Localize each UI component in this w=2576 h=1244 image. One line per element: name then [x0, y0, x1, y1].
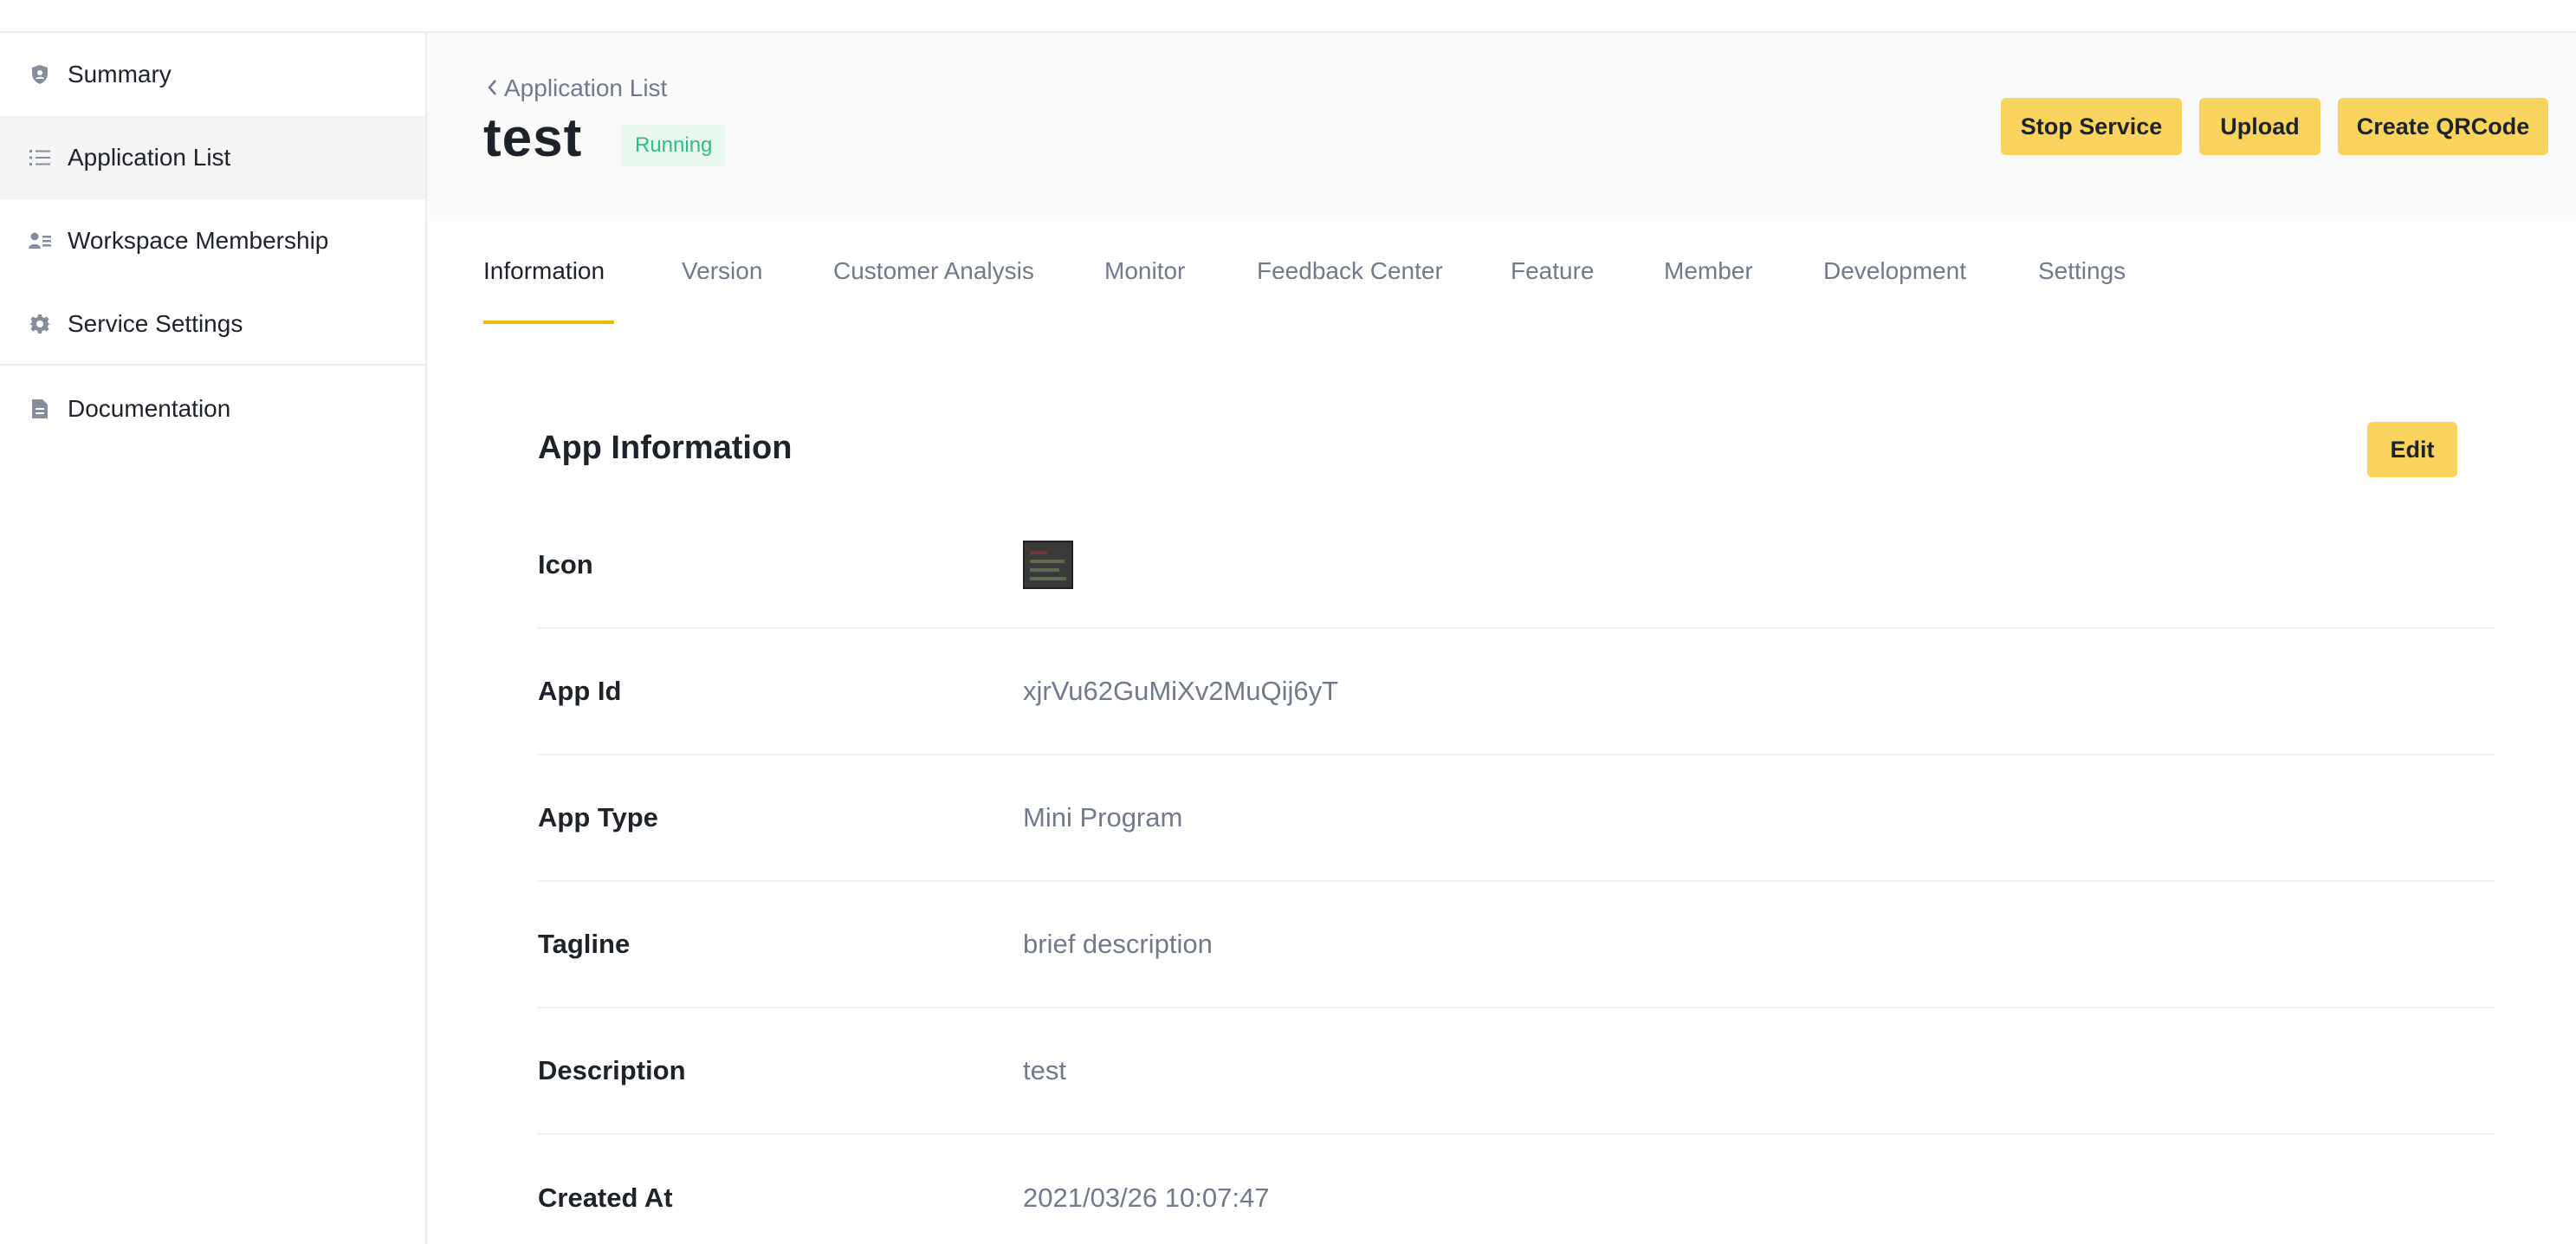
app-icon-image	[1023, 541, 1073, 589]
tab-feature[interactable]: Feature	[1511, 257, 1595, 285]
page-header: Application List test Running Stop Servi…	[427, 33, 2576, 221]
info-row-description: Description test	[538, 1008, 2494, 1135]
info-row-app-type: App Type Mini Program	[538, 755, 2494, 882]
sidebar-item-label: Service Settings	[68, 310, 243, 337]
row-label: Icon	[538, 549, 593, 580]
page-title: test	[483, 108, 583, 168]
row-label: App Type	[538, 802, 658, 833]
active-tab-indicator	[483, 321, 614, 324]
sidebar-item-summary[interactable]: Summary	[0, 33, 425, 116]
row-label: Description	[538, 1055, 686, 1085]
row-label: Created At	[538, 1182, 673, 1213]
top-bar	[0, 0, 2576, 33]
create-qrcode-button[interactable]: Create QRCode	[2338, 98, 2548, 155]
tab-settings[interactable]: Settings	[2038, 257, 2126, 285]
row-value: Mini Program	[1023, 802, 1183, 833]
sidebar-divider	[0, 364, 425, 366]
tab-bar: Information Version Customer Analysis Mo…	[427, 221, 2576, 327]
row-value: brief description	[1023, 929, 1213, 959]
tab-development[interactable]: Development	[1823, 257, 1966, 285]
tab-version[interactable]: Version	[682, 257, 762, 285]
info-row-tagline: Tagline brief description	[538, 882, 2494, 1008]
document-icon	[29, 398, 51, 420]
sidebar: Summary Application List Workspace Membe…	[0, 33, 427, 1244]
gear-icon	[29, 313, 51, 335]
sidebar-item-label: Summary	[68, 61, 172, 87]
status-badge: Running	[621, 125, 727, 166]
tab-member[interactable]: Member	[1664, 257, 1753, 285]
info-row-app-id: App Id xjrVu62GuMiXv2MuQij6yT	[538, 629, 2494, 755]
row-label: App Id	[538, 676, 622, 706]
sidebar-item-label: Documentation	[68, 395, 231, 422]
row-value: 2021/03/26 10:07:47	[1023, 1182, 1270, 1213]
row-label: Tagline	[538, 929, 631, 959]
people-icon	[29, 230, 51, 252]
tab-monitor[interactable]: Monitor	[1104, 257, 1185, 285]
sidebar-item-workspace-membership[interactable]: Workspace Membership	[0, 199, 425, 282]
tab-feedback-center[interactable]: Feedback Center	[1257, 257, 1443, 285]
sidebar-item-application-list[interactable]: Application List	[0, 116, 425, 199]
row-value: xjrVu62GuMiXv2MuQij6yT	[1023, 676, 1339, 706]
breadcrumb-label: Application List	[504, 75, 668, 101]
breadcrumb[interactable]: Application List	[487, 75, 667, 102]
sidebar-item-label: Workspace Membership	[68, 227, 329, 254]
list-icon	[29, 146, 51, 169]
info-row-created-at: Created At 2021/03/26 10:07:47	[538, 1135, 2494, 1244]
tab-information[interactable]: Information	[483, 257, 605, 285]
edit-button[interactable]: Edit	[2367, 422, 2457, 477]
sidebar-item-documentation[interactable]: Documentation	[0, 367, 425, 450]
sidebar-item-label: Application List	[68, 144, 231, 171]
tab-customer-analysis[interactable]: Customer Analysis	[833, 257, 1034, 285]
upload-button[interactable]: Upload	[2199, 98, 2320, 155]
chevron-left-icon	[487, 75, 497, 102]
section-title: App Information	[538, 430, 793, 466]
sidebar-item-service-settings[interactable]: Service Settings	[0, 282, 425, 366]
info-row-icon: Icon	[538, 502, 2494, 629]
stop-service-button[interactable]: Stop Service	[2001, 98, 2182, 155]
row-value: test	[1023, 1055, 1066, 1085]
shield-icon	[29, 63, 51, 86]
